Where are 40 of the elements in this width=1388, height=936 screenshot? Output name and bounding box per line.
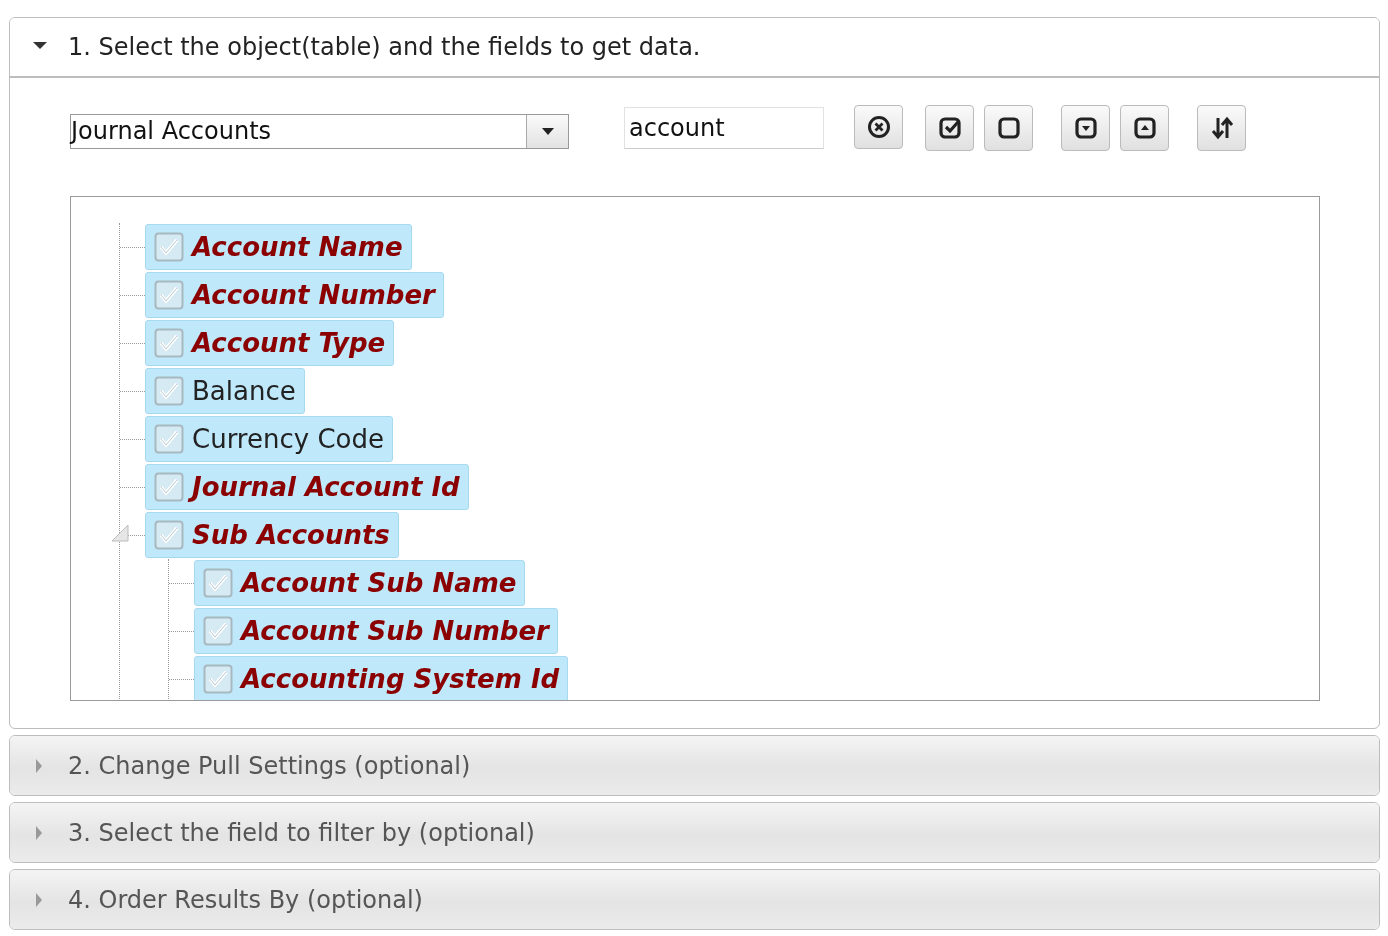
collapse-all-button[interactable] [1120, 105, 1169, 151]
field-item[interactable]: Account Type [145, 320, 395, 366]
field-item[interactable]: Account Sub Number [194, 608, 558, 654]
checkbox-icon[interactable] [154, 232, 184, 262]
expanded-triangle-icon[interactable] [110, 523, 130, 543]
checked-box-icon [937, 116, 962, 140]
checkbox-icon[interactable] [154, 328, 184, 358]
field-item[interactable]: Currency Code [145, 416, 393, 462]
checkbox-icon[interactable] [154, 280, 184, 310]
empty-box-icon [996, 116, 1021, 140]
section-header[interactable]: 1. Select the object(table) and the fields to get data. [10, 18, 1379, 78]
field-item[interactable]: Account Sub Name [194, 560, 526, 606]
section-header[interactable]: 3. Select the field to filter by (optional) [10, 803, 1379, 862]
sort-arrows-icon [1209, 116, 1234, 140]
down-box-icon [1073, 116, 1098, 140]
checkbox-icon[interactable] [154, 520, 184, 550]
checkbox-icon[interactable] [154, 472, 184, 502]
field-item[interactable]: Account Name [145, 224, 412, 270]
section-header[interactable]: 2. Change Pull Settings (optional) [10, 736, 1379, 795]
field-item[interactable]: Accounting System Id [194, 656, 569, 700]
clear-icon [866, 115, 891, 139]
check-all-button[interactable] [925, 105, 974, 151]
checkbox-icon[interactable] [203, 664, 233, 694]
up-box-icon [1132, 116, 1157, 140]
checkbox-icon[interactable] [203, 616, 233, 646]
field-item[interactable]: Journal Account Id [145, 464, 469, 510]
uncheck-all-button[interactable] [984, 105, 1033, 151]
field-item[interactable]: Balance [145, 368, 305, 414]
field-item[interactable]: Account Number [145, 272, 444, 318]
object-dropdown[interactable]: Journal Accounts [70, 113, 569, 149]
sort-button[interactable] [1197, 105, 1246, 151]
clear-button[interactable] [854, 105, 903, 149]
caret-down-icon [540, 126, 555, 136]
field-item[interactable]: Sub Accounts [145, 512, 399, 558]
checkbox-icon[interactable] [203, 568, 233, 598]
checkbox-icon[interactable] [154, 376, 184, 406]
checkbox-icon[interactable] [154, 424, 184, 454]
search-field[interactable]: account [624, 107, 824, 149]
expand-all-button[interactable] [1061, 105, 1110, 151]
section-header[interactable]: 4. Order Results By (optional) [10, 870, 1379, 929]
